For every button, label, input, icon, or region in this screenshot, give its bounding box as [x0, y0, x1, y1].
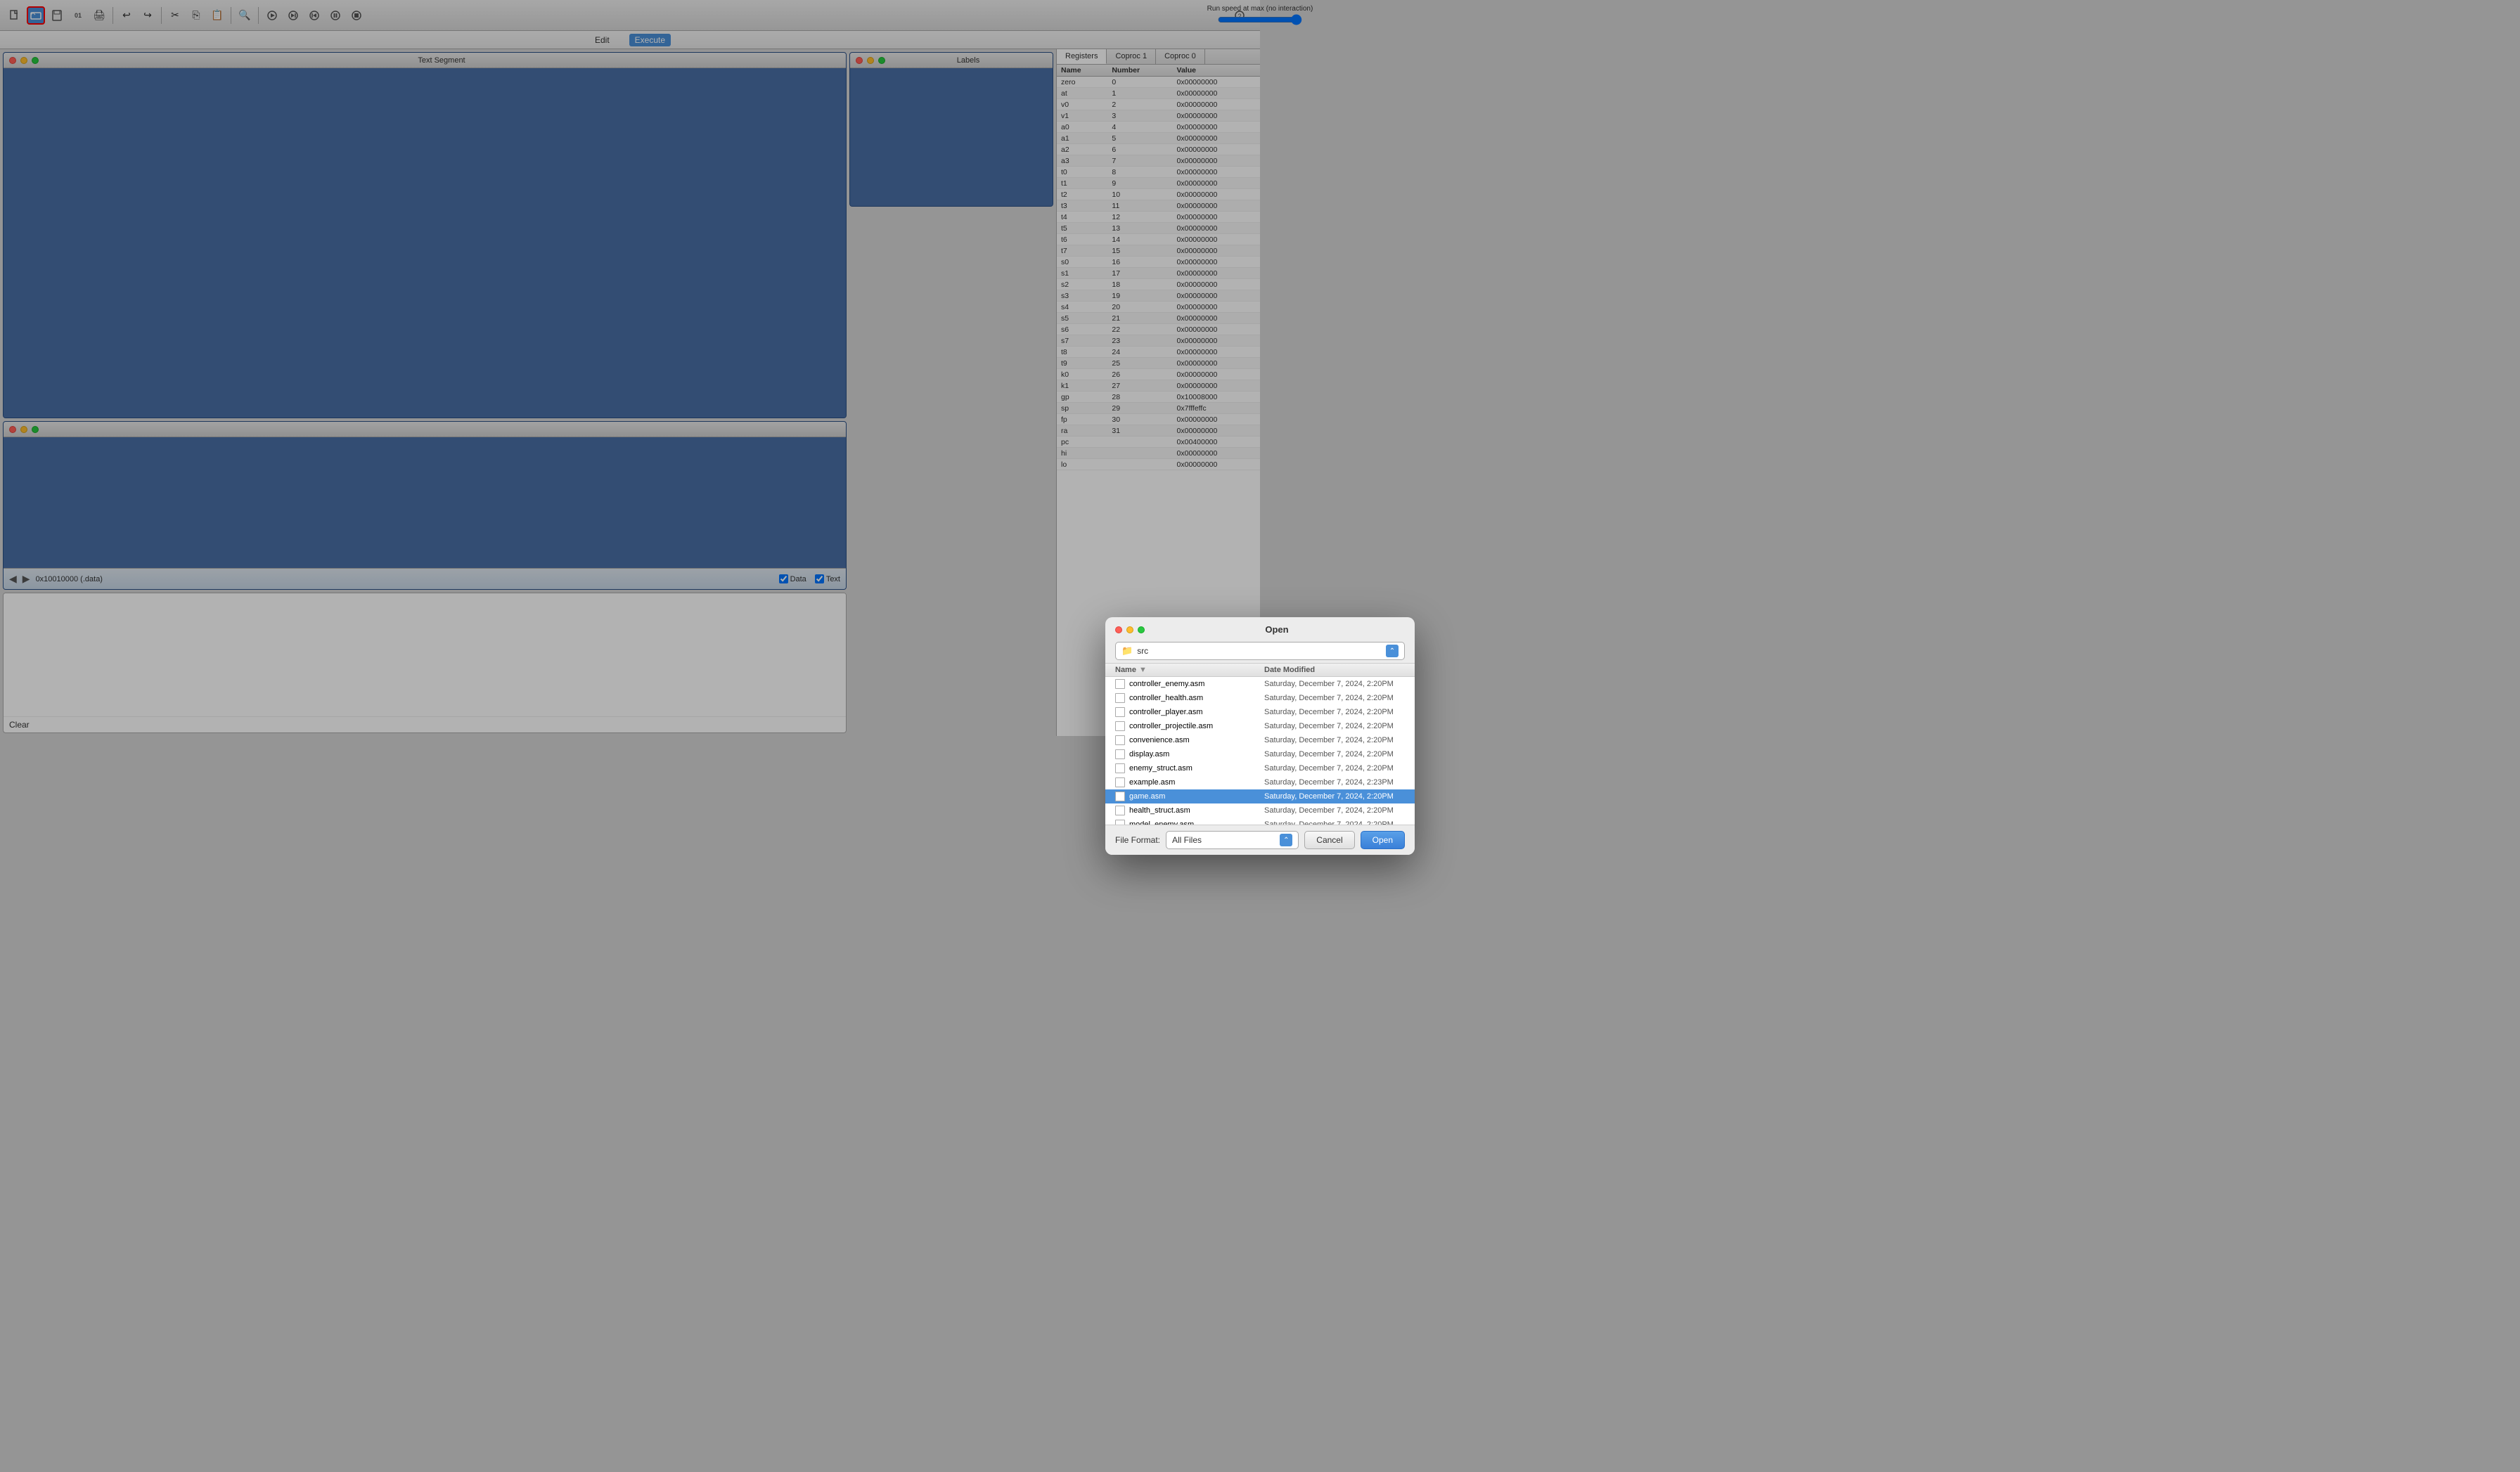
cancel-button[interactable]: Cancel — [1304, 831, 1354, 849]
file-name: convenience.asm — [1129, 736, 1264, 744]
file-date: Saturday, December 7, 2024, 2:23PM — [1264, 778, 1405, 787]
file-date: Saturday, December 7, 2024, 2:20PM — [1264, 806, 1405, 815]
format-value: All Files — [1172, 835, 1202, 845]
file-name: controller_player.asm — [1129, 708, 1264, 716]
file-list-item[interactable]: controller_health.asm Saturday, December… — [1105, 691, 1415, 705]
file-list-item[interactable]: enemy_struct.asm Saturday, December 7, 2… — [1105, 761, 1415, 775]
dialog-title: Open — [1149, 624, 1405, 635]
file-name: health_struct.asm — [1129, 806, 1264, 815]
folder-name: src — [1137, 646, 1148, 656]
name-col-label: Name — [1115, 666, 1136, 674]
file-name: enemy_struct.asm — [1129, 764, 1264, 773]
file-name: controller_enemy.asm — [1129, 680, 1264, 688]
file-icon — [1115, 749, 1125, 759]
file-date: Saturday, December 7, 2024, 2:20PM — [1264, 736, 1405, 744]
file-icon — [1115, 735, 1125, 745]
file-date: Saturday, December 7, 2024, 2:20PM — [1264, 708, 1405, 716]
folder-selector[interactable]: 📁 src ⌃ — [1115, 642, 1405, 660]
dialog-footer: File Format: All Files ⌃ Cancel Open — [1105, 825, 1415, 855]
file-icon — [1115, 721, 1125, 731]
format-dropdown-arrow[interactable]: ⌃ — [1280, 834, 1292, 846]
file-icon — [1115, 693, 1125, 703]
file-list-item[interactable]: example.asm Saturday, December 7, 2024, … — [1105, 775, 1415, 789]
file-date: Saturday, December 7, 2024, 2:20PM — [1264, 764, 1405, 773]
dialog-nav: 📁 src ⌃ — [1105, 639, 1415, 663]
file-list-item[interactable]: controller_enemy.asm Saturday, December … — [1105, 677, 1415, 691]
file-name: example.asm — [1129, 778, 1264, 787]
col-name-header: Name ▼ — [1115, 666, 1264, 674]
sort-arrow: ▼ — [1139, 666, 1147, 674]
col-date-header: Date Modified — [1264, 666, 1405, 674]
file-name: controller_health.asm — [1129, 694, 1264, 702]
file-name: controller_projectile.asm — [1129, 722, 1264, 730]
file-icon — [1115, 806, 1125, 815]
file-list-item[interactable]: controller_player.asm Saturday, December… — [1105, 705, 1415, 719]
file-date: Saturday, December 7, 2024, 2:20PM — [1264, 820, 1405, 825]
file-date: Saturday, December 7, 2024, 2:20PM — [1264, 750, 1405, 758]
format-label: File Format: — [1115, 835, 1160, 845]
modal-overlay: Open 📁 src ⌃ Name ▼ Date Modified contro… — [0, 0, 2520, 1472]
file-icon — [1115, 679, 1125, 689]
file-icon — [1115, 763, 1125, 773]
dialog-minimize[interactable] — [1126, 626, 1133, 633]
file-date: Saturday, December 7, 2024, 2:20PM — [1264, 722, 1405, 730]
file-icon — [1115, 792, 1125, 801]
file-list-item[interactable]: controller_projectile.asm Saturday, Dece… — [1105, 719, 1415, 733]
file-list-item[interactable]: display.asm Saturday, December 7, 2024, … — [1105, 747, 1415, 761]
file-name: display.asm — [1129, 750, 1264, 758]
file-list-item[interactable]: convenience.asm Saturday, December 7, 20… — [1105, 733, 1415, 747]
file-list-header: Name ▼ Date Modified — [1105, 663, 1415, 677]
file-name: model_enemy.asm — [1129, 820, 1264, 825]
file-icon — [1115, 777, 1125, 787]
folder-dropdown-arrow[interactable]: ⌃ — [1386, 645, 1399, 657]
file-list[interactable]: controller_enemy.asm Saturday, December … — [1105, 677, 1415, 825]
dialog-close[interactable] — [1115, 626, 1122, 633]
file-icon — [1115, 820, 1125, 825]
file-list-item[interactable]: model_enemy.asm Saturday, December 7, 20… — [1105, 818, 1415, 825]
folder-icon: 📁 — [1121, 645, 1133, 657]
format-selector[interactable]: All Files ⌃ — [1166, 831, 1299, 849]
file-date: Saturday, December 7, 2024, 2:20PM — [1264, 694, 1405, 702]
file-list-item[interactable]: health_struct.asm Saturday, December 7, … — [1105, 803, 1415, 818]
file-name: game.asm — [1129, 792, 1264, 801]
open-button[interactable]: Open — [1361, 831, 1405, 849]
file-date: Saturday, December 7, 2024, 2:20PM — [1264, 792, 1405, 801]
file-list-item[interactable]: game.asm Saturday, December 7, 2024, 2:2… — [1105, 789, 1415, 803]
file-icon — [1115, 707, 1125, 717]
file-date: Saturday, December 7, 2024, 2:20PM — [1264, 680, 1405, 688]
dialog-actions: Cancel Open — [1304, 831, 1405, 849]
dialog-titlebar: Open — [1105, 617, 1415, 639]
open-file-dialog: Open 📁 src ⌃ Name ▼ Date Modified contro… — [1105, 617, 1415, 855]
dialog-maximize[interactable] — [1138, 626, 1145, 633]
